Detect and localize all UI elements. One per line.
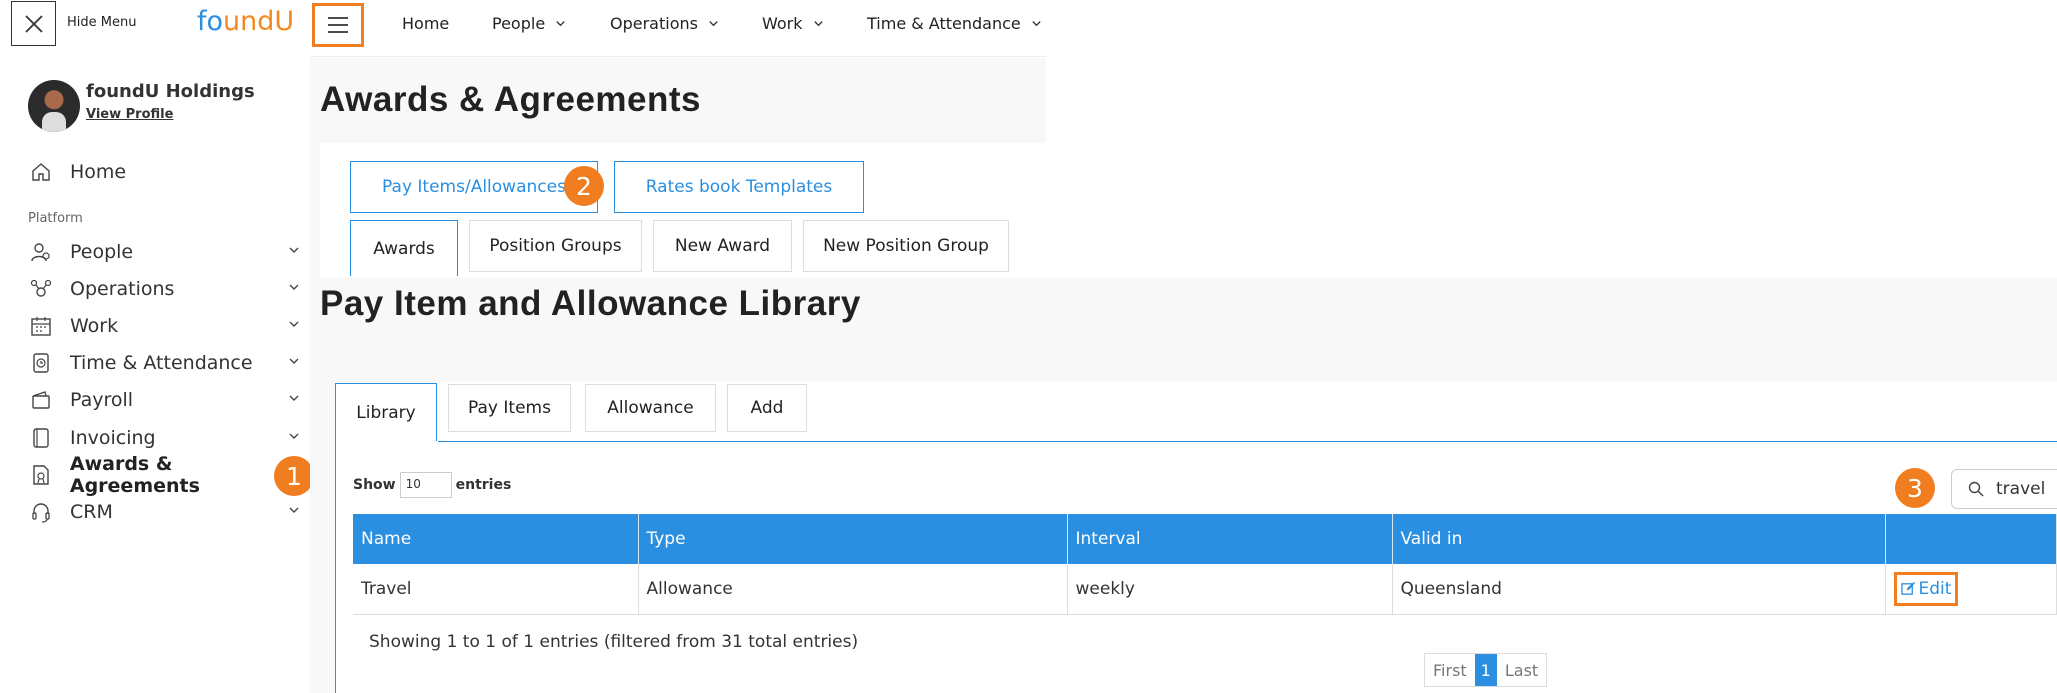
tab-position-groups[interactable]: Position Groups: [469, 220, 642, 272]
avatar[interactable]: [28, 80, 80, 132]
sidebar-item-operations[interactable]: Operations: [28, 274, 308, 304]
calendar-icon: [28, 313, 54, 339]
people-icon: [28, 239, 54, 265]
headset-icon: [28, 499, 54, 525]
topnav-operations[interactable]: Operations: [610, 14, 719, 33]
sidebar-item-crm[interactable]: CRM: [28, 497, 308, 527]
table-header-row: Name Type Interval Valid in: [353, 514, 2057, 564]
wallet-icon: [28, 387, 54, 413]
rates-book-templates-button[interactable]: Rates book Templates: [614, 161, 864, 213]
tab-pay-items[interactable]: Pay Items: [448, 384, 571, 432]
sidebar: Hide Menu foundU foundU Holdings View Pr…: [0, 0, 314, 693]
sidebar-item-label: Home: [70, 161, 127, 183]
sidebar-item-payroll[interactable]: Payroll: [28, 385, 308, 415]
column-header-interval[interactable]: Interval: [1067, 514, 1393, 564]
foundu-logo[interactable]: foundU: [197, 6, 294, 37]
topnav-people[interactable]: People: [492, 14, 566, 33]
close-icon: [24, 14, 43, 33]
tab-allowance[interactable]: Allowance: [585, 384, 716, 432]
tab-new-position-group[interactable]: New Position Group: [803, 220, 1009, 272]
sidebar-item-label: Operations: [70, 278, 175, 300]
page-last-button[interactable]: Last: [1497, 654, 1546, 686]
pay-items-allowances-button[interactable]: Pay Items/Allowances: [350, 161, 598, 213]
view-profile-link[interactable]: View Profile: [86, 107, 173, 122]
topnav-work[interactable]: Work: [762, 14, 824, 33]
panel-border: [335, 441, 336, 693]
cell-name: Travel: [353, 564, 639, 615]
profile-name: foundU Holdings: [86, 81, 255, 102]
tab-add[interactable]: Add: [727, 384, 807, 432]
sidebar-item-label: CRM: [70, 501, 113, 523]
sidebar-item-people[interactable]: People: [28, 237, 308, 267]
sidebar-item-awards-agreements[interactable]: Awards & Agreements: [28, 453, 308, 497]
cell-actions: Edit: [1885, 564, 2057, 615]
chevron-down-icon: [289, 433, 299, 439]
chevron-down-icon: [289, 507, 299, 513]
topnav-time-attendance[interactable]: Time & Attendance: [867, 14, 1042, 33]
entries-length-control: Show 10 entries: [353, 472, 511, 498]
chevron-down-icon: [289, 358, 299, 364]
column-header-name[interactable]: Name: [353, 514, 639, 564]
sidebar-item-work[interactable]: Work: [28, 311, 308, 341]
page-current-button[interactable]: 1: [1474, 654, 1497, 686]
cell-interval: weekly: [1067, 564, 1393, 615]
awards-icon: [28, 462, 54, 488]
show-label: Show: [353, 477, 396, 493]
sidebar-item-invoicing[interactable]: Invoicing: [28, 423, 308, 453]
library-title: Pay Item and Allowance Library: [320, 284, 861, 323]
hamburger-icon: [328, 17, 348, 33]
column-header-actions: [1885, 514, 2057, 564]
table-row: Travel Allowance weekly Queensland Edit: [353, 564, 2057, 615]
chevron-down-icon: [556, 21, 565, 27]
chevron-down-icon: [289, 321, 299, 327]
annotation-marker-1: 1: [274, 456, 314, 496]
library-table: Name Type Interval Valid in Travel Allow…: [353, 514, 2057, 615]
column-header-valid-in[interactable]: Valid in: [1392, 514, 1886, 564]
tab-new-award[interactable]: New Award: [653, 220, 792, 272]
tab-library[interactable]: Library: [335, 383, 437, 441]
search-value: travel: [1996, 479, 2046, 499]
chevron-down-icon: [289, 395, 299, 401]
cell-valid-in: Queensland: [1392, 564, 1886, 615]
home-icon: [28, 159, 54, 185]
hide-menu-label[interactable]: Hide Menu: [67, 15, 136, 30]
table-info: Showing 1 to 1 of 1 entries (filtered fr…: [369, 632, 859, 652]
edit-icon: [1900, 582, 1915, 596]
close-menu-button[interactable]: [11, 1, 56, 46]
operations-icon: [28, 276, 54, 302]
sidebar-item-time-attendance[interactable]: Time & Attendance: [28, 348, 308, 378]
page-title: Awards & Agreements: [320, 80, 702, 119]
chevron-down-icon: [1032, 21, 1041, 27]
sidebar-item-label: Work: [70, 315, 119, 337]
entries-select[interactable]: 10: [399, 472, 452, 498]
invoice-icon: [28, 425, 54, 451]
page-first-button[interactable]: First: [1425, 654, 1475, 686]
tab-awards[interactable]: Awards: [350, 220, 458, 276]
annotation-marker-3: 3: [1895, 468, 1935, 508]
edit-label: Edit: [1918, 578, 1952, 599]
menu-toggle-button[interactable]: [312, 3, 364, 47]
column-header-type[interactable]: Type: [638, 514, 1068, 564]
sidebar-item-label: Awards & Agreements: [69, 453, 200, 497]
sidebar-item-label: Invoicing: [70, 427, 156, 449]
entries-label: entries: [455, 477, 512, 493]
sidebar-item-label: Time & Attendance: [70, 352, 253, 374]
search-icon: [1968, 481, 1984, 497]
clock-icon: [28, 350, 54, 376]
cell-type: Allowance: [638, 564, 1068, 615]
edit-button[interactable]: Edit: [1893, 571, 1959, 606]
annotation-marker-2: 2: [564, 166, 604, 206]
search-input[interactable]: travel: [1951, 469, 2057, 509]
sidebar-item-home[interactable]: Home: [28, 157, 308, 187]
chevron-down-icon: [289, 247, 299, 253]
tab-divider: [438, 441, 2057, 442]
chevron-down-icon: [813, 21, 823, 27]
chevron-down-icon: [709, 21, 718, 27]
pagination: First 1 Last: [1424, 653, 1548, 687]
section-label-platform: Platform: [28, 211, 83, 226]
sidebar-item-label: Payroll: [70, 389, 134, 411]
chevron-down-icon: [289, 284, 299, 290]
topnav-home[interactable]: Home: [402, 14, 449, 33]
sidebar-item-label: People: [70, 241, 134, 263]
